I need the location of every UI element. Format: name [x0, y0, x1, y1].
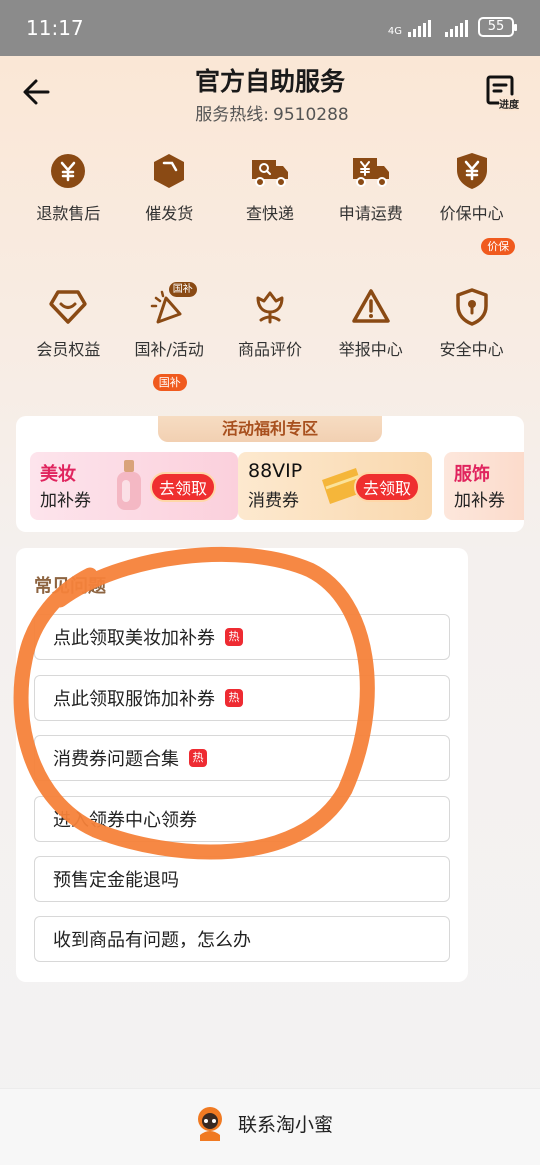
coupon-apparel[interactable]: 服饰 加补券 — [444, 452, 524, 520]
service-report[interactable]: 举报中心 — [320, 284, 421, 360]
hot-badge: 热 — [225, 628, 243, 646]
faq-item[interactable]: 消费券问题合集 热 — [34, 735, 450, 781]
network-label: 4G — [387, 26, 402, 37]
service-review[interactable]: 商品评价 — [220, 284, 321, 360]
faq-text: 进入领券中心领券 — [53, 810, 197, 831]
bottom-bar: 联系淘小蜜 — [0, 1088, 540, 1165]
get-coupon-button[interactable]: 去领取 — [354, 472, 421, 502]
status-time: 11:17 — [26, 16, 84, 40]
service-label: 查快递 — [245, 204, 294, 223]
faq-item[interactable]: 收到商品有问题，怎么办 — [34, 916, 450, 962]
faq-title: 常见问题 — [34, 576, 106, 597]
coupon-subtitle: 加补券 — [454, 491, 505, 511]
contact-assistant-button[interactable]: 联系淘小蜜 — [190, 1103, 333, 1143]
service-member[interactable]: 会员权益 — [18, 284, 119, 360]
service-track-delivery[interactable]: 查快递 — [220, 148, 321, 224]
promo-header: 活动福利专区 — [158, 416, 382, 442]
price-protect-shield-icon — [456, 153, 487, 189]
service-label: 价保中心 — [439, 204, 504, 223]
page-title: 官方自助服务 — [194, 67, 345, 96]
contact-label: 联系淘小蜜 — [238, 1113, 334, 1136]
service-label: 安全中心 — [439, 340, 504, 359]
service-grid-row-2: 会员权益 国补 国补/活动 国补 商品评价 举报中心 安全中心 — [18, 282, 522, 391]
status-right: 4G 55 — [387, 17, 517, 37]
service-security[interactable]: 安全中心 — [421, 284, 522, 360]
service-urge-shipping[interactable]: 催发货 — [119, 148, 220, 224]
coupon-title: 美妆 — [40, 464, 76, 485]
faq-text: 点此领取美妆加补券 — [53, 628, 215, 649]
battery-icon: 55 — [478, 17, 517, 37]
service-label: 国补/活动 — [134, 340, 204, 359]
service-label: 退款售后 — [36, 204, 101, 223]
progress-label: 进度 — [499, 96, 519, 111]
faq-text: 预售定金能退吗 — [53, 870, 179, 891]
service-freight[interactable]: 申请运费 — [320, 148, 421, 224]
assistant-avatar-icon — [198, 1107, 222, 1141]
warning-icon — [352, 289, 390, 323]
signal-icon-2 — [445, 19, 468, 37]
service-label: 商品评价 — [237, 340, 302, 359]
subsidy-tag: 国补 — [152, 374, 187, 391]
hotline-label: 服务热线: — [195, 105, 269, 125]
ship-urge-icon — [154, 154, 185, 188]
coupon-title: 服饰 — [454, 464, 490, 485]
promo-section: 活动福利专区 美妆 加补券 去领取 88VIP 消费券 去领取 服饰 加补券 — [16, 416, 524, 532]
service-refund[interactable]: 退款售后 — [18, 148, 119, 224]
hotline-number[interactable]: 9510288 — [273, 105, 349, 125]
service-label: 申请运费 — [338, 204, 403, 223]
shield-lock-icon — [455, 288, 488, 326]
faq-item[interactable]: 点此领取服饰加补券 热 — [34, 675, 450, 721]
coupon-subtitle: 消费券 — [248, 491, 299, 511]
flower-icon — [256, 291, 284, 324]
coupon-88vip[interactable]: 88VIP 消费券 去领取 — [238, 452, 432, 520]
hot-badge: 热 — [189, 749, 207, 767]
delivery-truck-icon — [251, 160, 288, 187]
price-protect-tag: 价保 — [481, 238, 516, 255]
faq-text: 消费券问题合集 — [53, 749, 179, 770]
faq-item[interactable]: 预售定金能退吗 — [34, 856, 450, 902]
get-coupon-button[interactable]: 去领取 — [150, 472, 217, 502]
refund-yuan-icon — [51, 154, 86, 188]
coupon-title: 88VIP — [248, 460, 303, 482]
coupon-beauty[interactable]: 美妆 加补券 去领取 — [30, 452, 238, 520]
service-grid-row-1: 退款售后 催发货 查快递 申请运费 价保中心 价保 — [18, 148, 522, 255]
perfume-bottle-icon — [117, 460, 141, 510]
faq-section: 常见问题 点此领取美妆加补券 热 点此领取服饰加补券 热 消费券问题合集 热 进… — [16, 548, 468, 982]
service-subsidy-activity[interactable]: 国补 国补/活动 国补 — [119, 282, 220, 391]
hot-badge: 热 — [225, 689, 243, 707]
service-price-protect[interactable]: 价保中心 价保 — [421, 148, 522, 255]
member-smile-icon — [49, 290, 88, 324]
faq-text: 点此领取服饰加补券 — [53, 689, 215, 710]
service-label: 举报中心 — [338, 340, 403, 359]
progress-button[interactable]: 进度 — [486, 74, 522, 114]
signal-icon — [408, 19, 431, 37]
faq-item[interactable]: 进入领券中心领券 — [34, 796, 450, 842]
subsidy-badge: 国补 — [168, 282, 197, 297]
service-hotline: 服务热线: 9510288 — [0, 100, 540, 125]
status-bar: 11:17 4G 55 — [0, 0, 540, 56]
faq-item[interactable]: 点此领取美妆加补券 热 — [34, 614, 450, 660]
coupon-subtitle: 加补券 — [40, 491, 91, 511]
service-label: 会员权益 — [36, 340, 101, 359]
faq-text: 收到商品有问题，怎么办 — [53, 930, 251, 951]
freight-truck-icon — [352, 158, 389, 187]
page-header: 官方自助服务 服务热线: 9510288 进度 — [0, 56, 540, 136]
service-label: 催发货 — [145, 204, 194, 223]
